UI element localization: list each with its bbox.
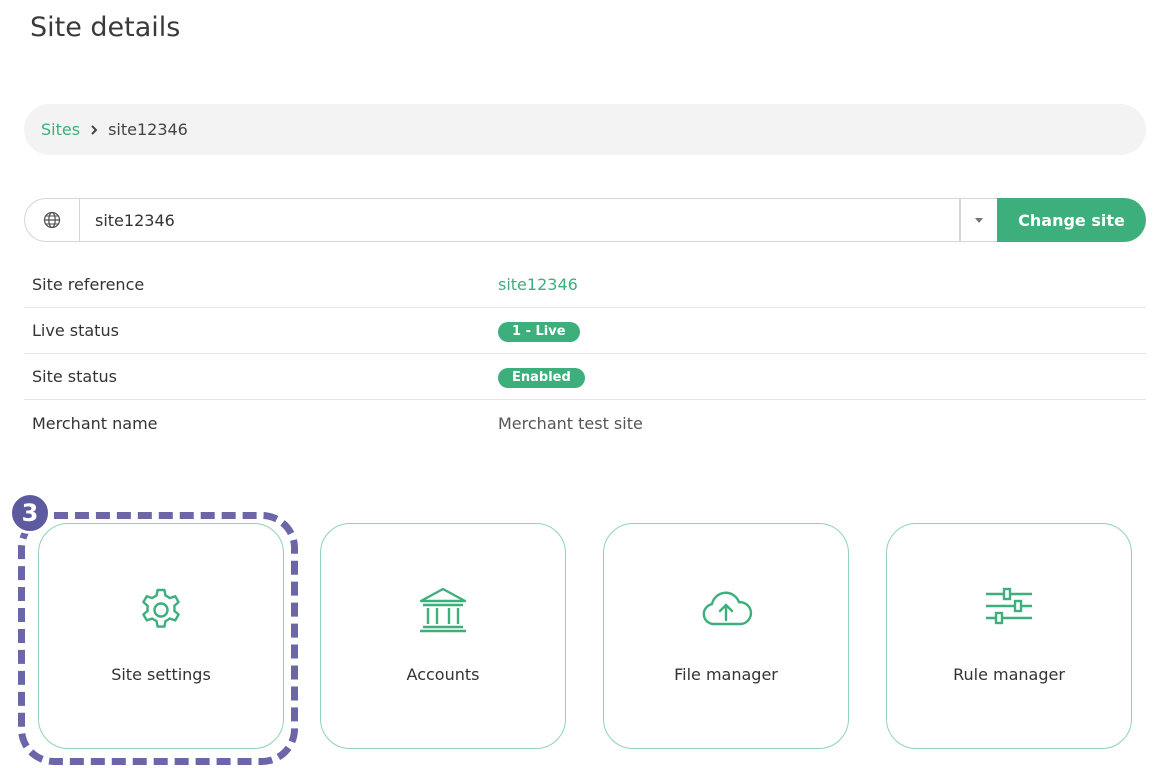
site-actions: Site settings Accounts File manager Rule…	[0, 523, 1163, 751]
change-site-button[interactable]: Change site	[997, 198, 1146, 242]
site-selector: site12346 Change site	[24, 198, 1146, 242]
detail-row-merchant-name: Merchant name Merchant test site	[24, 400, 1146, 446]
cloud-upload-icon	[702, 591, 753, 626]
site-details-page: Site details Sites site12346 site12346 C…	[0, 0, 1163, 768]
tile-label: Accounts	[406, 665, 480, 684]
accounts-tile[interactable]: Accounts	[320, 523, 566, 749]
step-number-badge: 3	[9, 492, 51, 534]
detail-label: Site status	[32, 367, 117, 386]
breadcrumb: Sites site12346	[24, 104, 1146, 155]
globe-icon	[24, 198, 79, 242]
breadcrumb-sites-link[interactable]: Sites	[41, 120, 80, 139]
chevron-right-icon	[80, 124, 108, 136]
sliders-icon	[986, 587, 1032, 625]
file-manager-tile[interactable]: File manager	[603, 523, 849, 749]
live-status-badge: 1 - Live	[498, 321, 580, 342]
site-reference-link[interactable]: site12346	[498, 275, 578, 294]
rule-manager-tile[interactable]: Rule manager	[886, 523, 1132, 749]
site-status-badge: Enabled	[498, 367, 585, 388]
bank-icon	[419, 587, 467, 633]
merchant-name-value: Merchant test site	[498, 413, 643, 433]
breadcrumb-current: site12346	[108, 120, 188, 139]
detail-row-site-status: Site status Enabled	[24, 354, 1146, 400]
site-select-field[interactable]: site12346	[79, 198, 960, 242]
dropdown-toggle[interactable]	[960, 198, 997, 242]
tile-label: File manager	[674, 665, 778, 684]
detail-label: Site reference	[32, 275, 145, 294]
detail-row-live-status: Live status 1 - Live	[24, 308, 1146, 354]
tile-label: Site settings	[111, 665, 211, 684]
detail-label: Merchant name	[32, 413, 158, 433]
gear-icon	[142, 588, 180, 628]
page-title: Site details	[30, 12, 181, 43]
detail-label: Live status	[32, 321, 119, 340]
detail-row-site-reference: Site reference site12346	[24, 262, 1146, 308]
site-details-table: Site reference site12346 Live status 1 -…	[24, 262, 1146, 446]
tile-label: Rule manager	[953, 665, 1065, 684]
caret-down-icon	[975, 217, 983, 223]
site-settings-tile[interactable]: Site settings	[38, 523, 284, 749]
